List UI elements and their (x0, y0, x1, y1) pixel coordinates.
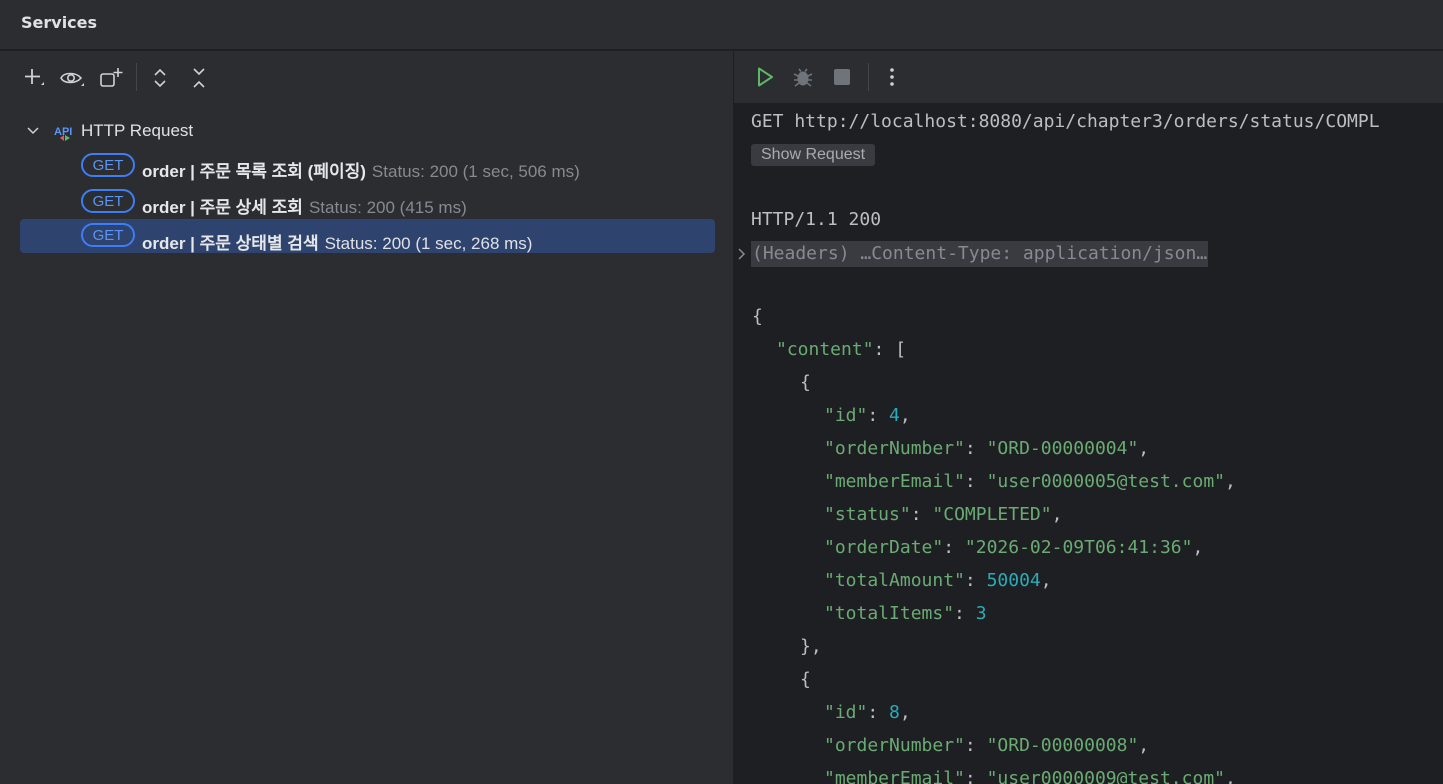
json-token-key: "orderNumber" (824, 735, 965, 756)
json-token-punc: { (800, 669, 811, 690)
json-token-key: "id" (824, 405, 868, 426)
json-token-num: 50004 (986, 570, 1041, 591)
json-token-str: "user0000005@test.com" (986, 471, 1225, 492)
json-token-num: 8 (889, 702, 900, 723)
json-line: "orderNumber": "ORD-00000008", (824, 735, 1149, 756)
response-pane: GET http://localhost:8080/api/chapter3/o… (734, 51, 1443, 784)
json-token-key: "memberEmail" (824, 768, 965, 784)
json-token-key: "orderNumber" (824, 438, 965, 459)
json-token-key: "id" (824, 702, 868, 723)
response-toolbar (734, 51, 1443, 103)
json-token-punc: , (1051, 504, 1063, 525)
json-token-punc: , (899, 405, 911, 426)
json-token-punc: : (910, 504, 933, 525)
request-row[interactable]: GET order | 주문 상세 조회 Status: 200 (415 ms) (20, 186, 715, 220)
request-name: order | 주문 목록 조회 (페이징) (142, 162, 366, 181)
request-line: GET http://localhost:8080/api/chapter3/o… (751, 111, 1380, 132)
json-token-punc: , (1225, 471, 1236, 492)
json-token-punc: { (752, 306, 763, 327)
json-token-punc: : [ (873, 339, 907, 360)
json-token-str: "2026-02-09T06:41:36" (964, 537, 1193, 558)
json-token-str: "COMPLETED" (932, 504, 1052, 525)
json-token-punc: : (943, 537, 965, 558)
api-icon: API (54, 126, 72, 141)
json-token-punc: { (800, 372, 811, 393)
new-group-icon[interactable] (97, 64, 125, 92)
http-status-line: HTTP/1.1 200 (751, 209, 882, 230)
json-line: }, (800, 636, 822, 657)
json-token-key: "content" (776, 339, 874, 360)
json-token-str: "user0000009@test.com" (986, 768, 1225, 784)
debug-icon[interactable] (789, 63, 817, 91)
json-line: "id": 8, (824, 702, 911, 723)
json-line: { (800, 372, 811, 393)
toolbar-separator (136, 63, 137, 91)
json-token-num: 3 (975, 603, 987, 624)
expand-all-icon[interactable] (146, 64, 174, 92)
json-token-punc: , (1138, 438, 1150, 459)
json-line: "totalAmount": 50004, (824, 570, 1052, 591)
window-title: Services (21, 13, 98, 32)
method-badge: GET (81, 189, 135, 213)
toolbar-separator (868, 63, 869, 91)
json-token-punc: : (964, 768, 987, 784)
json-line: "orderNumber": "ORD-00000004", (824, 438, 1149, 459)
json-token-punc: }, (800, 636, 822, 657)
request-row-selected[interactable]: GET order | 주문 상태별 검색 Status: 200 (1 sec,… (20, 219, 715, 253)
json-token-key: "totalItems" (824, 603, 955, 624)
json-token-str: "ORD-00000004" (986, 438, 1139, 459)
json-token-punc: : (867, 405, 890, 426)
add-icon[interactable] (20, 64, 48, 92)
request-name: order | 주문 상세 조회 (142, 198, 303, 217)
json-token-num: 4 (889, 405, 900, 426)
json-line: "memberEmail": "user0000005@test.com", (824, 471, 1236, 492)
json-token-str: "ORD-00000008" (986, 735, 1139, 756)
method-badge: GET (81, 223, 135, 247)
json-token-punc: : (964, 438, 987, 459)
json-token-punc: : (954, 603, 976, 624)
json-line: "content": [ (776, 339, 906, 360)
show-request-button[interactable]: Show Request (751, 144, 876, 166)
request-status: Status: 200 (1 sec, 268 ms) (324, 234, 533, 253)
json-token-punc: , (1225, 768, 1236, 784)
request-status: Status: 200 (415 ms) (308, 198, 467, 217)
request-row[interactable]: GET order | 주문 목록 조회 (페이징) Status: 200 (1… (20, 150, 715, 184)
eye-icon[interactable] (58, 64, 86, 92)
title-bar: Services (0, 0, 1443, 50)
request-status: Status: 200 (1 sec, 506 ms) (371, 162, 580, 181)
method-badge: GET (81, 153, 135, 177)
json-token-punc: : (964, 471, 987, 492)
json-token-punc: : (964, 570, 987, 591)
services-tree-pane: API HTTP Request GET order | 주문 목록 조회 (페… (0, 51, 733, 784)
more-icon[interactable] (878, 63, 906, 91)
headers-summary[interactable]: (Headers) …Content-Type: application/jso… (751, 241, 1209, 267)
json-token-key: "status" (824, 504, 911, 525)
json-token-key: "totalAmount" (824, 570, 965, 591)
json-line: { (752, 306, 763, 327)
tree-root-http-request[interactable]: API HTTP Request (20, 114, 715, 148)
collapse-all-icon[interactable] (185, 64, 213, 92)
stop-icon[interactable] (828, 63, 856, 91)
json-token-key: "memberEmail" (824, 471, 965, 492)
json-token-punc: , (1192, 537, 1204, 558)
json-token-punc: , (899, 702, 911, 723)
json-line: "totalItems": 3 (824, 603, 987, 624)
json-token-punc: : (964, 735, 987, 756)
json-line: "status": "COMPLETED", (824, 504, 1062, 525)
chevron-down-icon[interactable] (26, 124, 40, 138)
json-token-punc: , (1040, 570, 1052, 591)
run-icon[interactable] (751, 63, 779, 91)
request-name: order | 주문 상태별 검색 (142, 234, 319, 253)
json-token-punc: : (867, 702, 890, 723)
json-token-key: "orderDate" (824, 537, 944, 558)
json-line: "memberEmail": "user0000009@test.com", (824, 768, 1236, 784)
json-token-punc: , (1138, 735, 1150, 756)
json-line: { (800, 669, 811, 690)
chevron-right-icon[interactable] (737, 247, 747, 261)
json-line: "orderDate": "2026-02-09T06:41:36", (824, 537, 1203, 558)
json-line: "id": 4, (824, 405, 911, 426)
tree-root-label: HTTP Request (81, 121, 194, 140)
